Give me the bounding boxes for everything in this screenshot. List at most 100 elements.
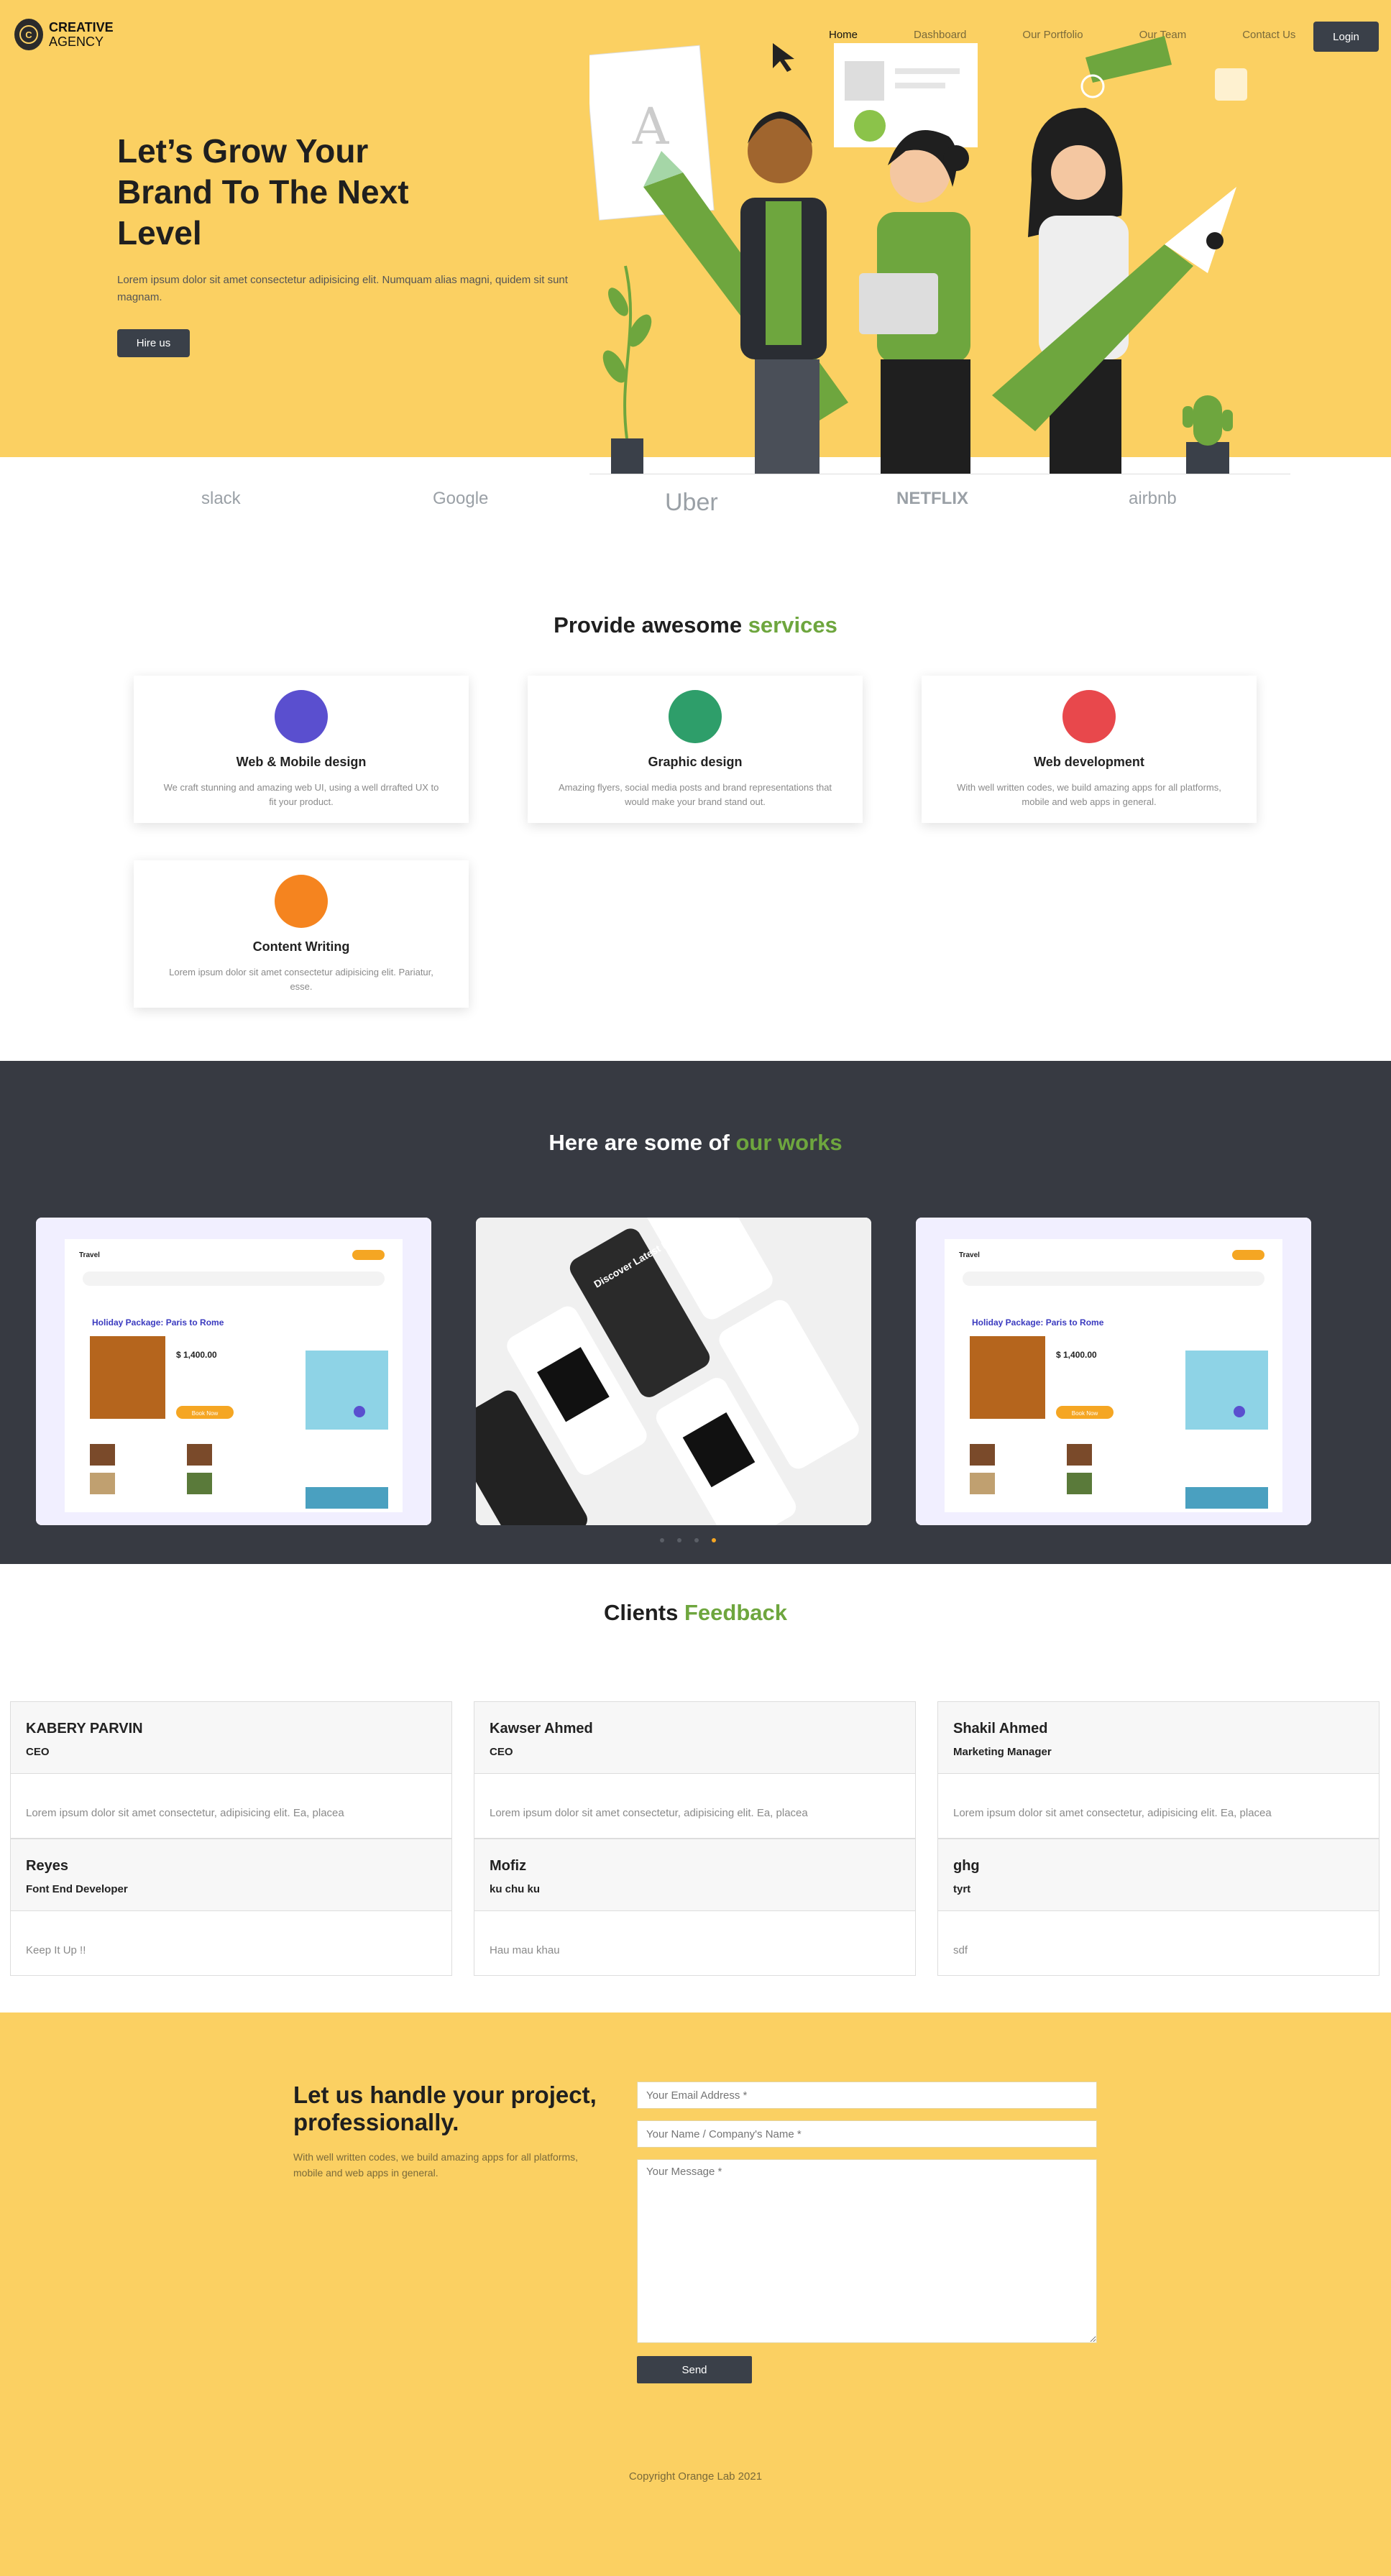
hero-illustration: A: [589, 36, 1290, 474]
work-card-book-app[interactable]: Discover Latest Book: [476, 1218, 871, 1525]
logo-icon: C: [14, 19, 43, 50]
feedback-card: Kawser Ahmed CEO Lorem ipsum dolor sit a…: [474, 1701, 916, 1839]
feedback-header: Reyes Font End Developer: [11, 1839, 451, 1911]
send-button[interactable]: Send: [637, 2356, 752, 2383]
feedback-header: Shakil Ahmed Marketing Manager: [938, 1702, 1379, 1774]
feedback-text: Lorem ipsum dolor sit amet consectetur, …: [953, 1807, 1272, 1819]
feedback-role: ku chu ku: [490, 1883, 541, 1895]
service-desc: We craft stunning and amazing web UI, us…: [163, 782, 439, 807]
contact-title: Let us handle your project, professional…: [293, 2082, 597, 2135]
logo-text: CREATIVE AGENCY: [49, 20, 114, 49]
feedback-title-prefix: Clients: [604, 1600, 684, 1625]
service-title: Content Writing: [252, 939, 350, 954]
work-price: $ 1,400.00: [1056, 1350, 1097, 1360]
service-card-web-mobile[interactable]: Web & Mobile design We craft stunning an…: [134, 676, 469, 823]
carousel-dots: [660, 1538, 716, 1542]
feedback-card: Mofiz ku chu ku Hau mau khau: [474, 1839, 916, 1976]
logo-line-1: CREATIVE: [49, 20, 114, 34]
page: C CREATIVE AGENCY Home Dashboard Our Por…: [0, 0, 1391, 2576]
service-card-web-dev[interactable]: Web development With well written codes,…: [922, 676, 1257, 823]
brand-airbnb: airbnb: [1129, 489, 1177, 508]
hero-title: Let’s Grow Your Brand To The Next Level: [117, 132, 409, 252]
graphic-design-icon: [669, 690, 722, 743]
service-title: Web development: [1034, 755, 1144, 769]
feedback-name: Kawser Ahmed: [490, 1721, 593, 1736]
feedback-header: KABERY PARVIN CEO: [11, 1702, 451, 1774]
work-card-travel-2[interactable]: Travel Holiday Package: Paris to Rome $ …: [916, 1218, 1311, 1525]
travel-app-preview: Travel Holiday Package: Paris to Rome $ …: [36, 1218, 431, 1525]
contact-description: With well written codes, we build amazin…: [293, 2151, 579, 2179]
hero-section: C CREATIVE AGENCY Home Dashboard Our Por…: [0, 0, 1391, 474]
works-section: Here are some of our works Travel Holida…: [0, 1061, 1391, 1564]
feedback-title-highlight: Feedback: [684, 1600, 787, 1625]
brands-strip: slack Google Uber NETFLIX airbnb: [0, 474, 1391, 546]
svg-text:A: A: [632, 97, 670, 156]
work-headline: Holiday Package: Paris to Rome: [972, 1317, 1104, 1328]
service-card-graphic[interactable]: Graphic design Amazing flyers, social me…: [528, 676, 863, 823]
feedback-card: Reyes Font End Developer Keep It Up !!: [10, 1839, 452, 1976]
brand-uber: Uber: [665, 489, 718, 516]
email-input[interactable]: [637, 2082, 1097, 2109]
hero-description: Lorem ipsum dolor sit amet consectetur a…: [117, 274, 568, 303]
feedback-header: Kawser Ahmed CEO: [474, 1702, 915, 1774]
travel-app-preview: Travel Holiday Package: Paris to Rome $ …: [916, 1218, 1311, 1525]
web-mobile-design-icon: [275, 690, 328, 743]
work-card-travel-1[interactable]: Travel Holiday Package: Paris to Rome $ …: [36, 1218, 431, 1525]
content-writing-icon: [275, 875, 328, 928]
contact-section: Let us handle your project, professional…: [0, 2012, 1391, 2576]
feedback-role: Marketing Manager: [953, 1746, 1052, 1758]
feedback-name: Mofiz: [490, 1858, 527, 1874]
feedback-name: ghg: [953, 1858, 980, 1874]
feedback-title: Clients Feedback: [0, 1600, 1391, 1626]
services-title-highlight: services: [748, 612, 837, 638]
service-title: Graphic design: [648, 755, 743, 769]
works-title-prefix: Here are some of: [548, 1130, 736, 1155]
logo-line-2: AGENCY: [49, 34, 104, 49]
feedback-card: Shakil Ahmed Marketing Manager Lorem ips…: [937, 1701, 1379, 1839]
feedback-text: Lorem ipsum dolor sit amet consectetur, …: [26, 1807, 344, 1819]
works-title-highlight: our works: [735, 1130, 843, 1155]
feedback-name: Reyes: [26, 1858, 68, 1874]
login-button[interactable]: Login: [1313, 22, 1379, 52]
service-card-content[interactable]: Content Writing Lorem ipsum dolor sit am…: [134, 860, 469, 1008]
feedback-text: Hau mau khau: [490, 1944, 560, 1956]
feedback-name: KABERY PARVIN: [26, 1721, 143, 1736]
service-desc: Amazing flyers, social media posts and b…: [558, 782, 832, 807]
work-brand: Travel: [79, 1251, 100, 1259]
service-desc: With well written codes, we build amazin…: [957, 782, 1221, 807]
brand-logo[interactable]: C CREATIVE AGENCY: [14, 19, 114, 50]
book-app-preview: Discover Latest Book: [476, 1218, 871, 1525]
feedback-role: CEO: [490, 1746, 513, 1758]
service-title: Web & Mobile design: [236, 755, 367, 769]
name-input[interactable]: [637, 2120, 1097, 2148]
feedback-text: Lorem ipsum dolor sit amet consectetur, …: [490, 1807, 808, 1819]
feedback-header: ghg tyrt: [938, 1839, 1379, 1911]
carousel-dot[interactable]: [694, 1538, 699, 1542]
hire-us-button[interactable]: Hire us: [117, 329, 190, 357]
message-textarea[interactable]: [637, 2159, 1097, 2343]
feedback-role: tyrt: [953, 1883, 971, 1895]
work-cta: Book Now: [192, 1410, 219, 1417]
carousel-dot-active[interactable]: [712, 1538, 716, 1542]
feedback-name: Shakil Ahmed: [953, 1721, 1048, 1736]
feedback-card: KABERY PARVIN CEO Lorem ipsum dolor sit …: [10, 1701, 452, 1839]
work-cta: Book Now: [1072, 1410, 1098, 1417]
svg-text:C: C: [25, 29, 32, 40]
brand-google: Google: [433, 489, 489, 508]
work-headline: Holiday Package: Paris to Rome: [92, 1317, 224, 1328]
work-price: $ 1,400.00: [176, 1350, 217, 1360]
works-title: Here are some of our works: [0, 1130, 1391, 1156]
feedback-role: CEO: [26, 1746, 50, 1758]
feedback-text: Keep It Up !!: [26, 1944, 86, 1956]
services-title-prefix: Provide awesome: [554, 612, 748, 638]
brand-netflix: NETFLIX: [896, 489, 968, 508]
copyright: Copyright Orange Lab 2021: [628, 2470, 763, 2483]
brand-slack: slack: [201, 489, 241, 508]
feedback-card: ghg tyrt sdf: [937, 1839, 1379, 1976]
carousel-dot[interactable]: [677, 1538, 681, 1542]
feedback-header: Mofiz ku chu ku: [474, 1839, 915, 1911]
services-title: Provide awesome services: [0, 612, 1391, 638]
feedback-role: Font End Developer: [26, 1883, 128, 1895]
carousel-dot[interactable]: [660, 1538, 664, 1542]
work-brand: Travel: [959, 1251, 980, 1259]
